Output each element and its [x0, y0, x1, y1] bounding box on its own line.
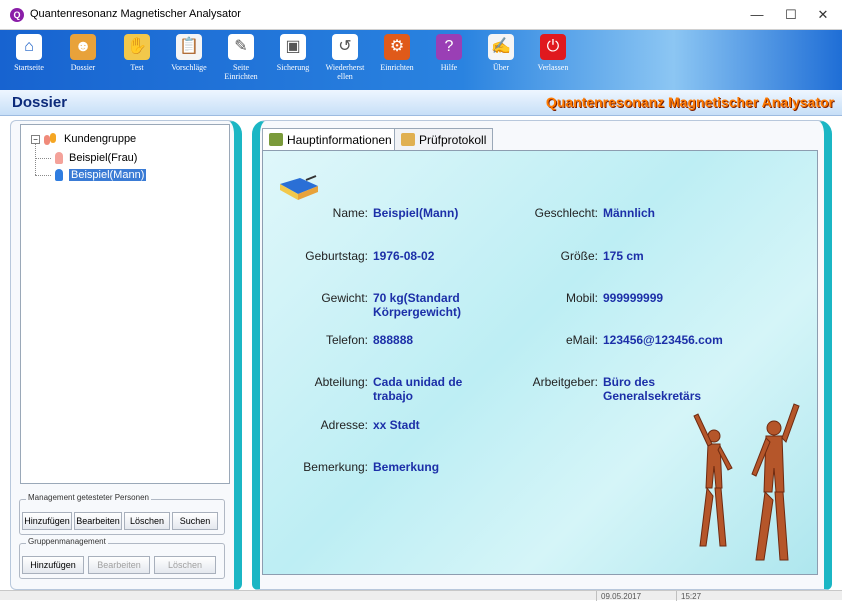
gewicht-label: Gewicht: — [321, 291, 368, 305]
adresse-value: xx Stadt — [373, 418, 420, 432]
toolbar-einrichten-button[interactable]: ⚙ Einrichten — [372, 32, 422, 88]
tree-item-label: Kundengruppe — [64, 133, 137, 145]
mobil-label: Mobil: — [565, 291, 598, 305]
mobil-value: 999999999 — [603, 291, 664, 305]
people-icon: ☻ — [70, 34, 96, 60]
tab-label: Prüfprotokoll — [419, 132, 487, 147]
toolbar-label: Startseite — [14, 63, 44, 72]
tree-item-beispiel-frau[interactable]: Beispiel(Frau) — [55, 150, 137, 166]
group-management-group: Gruppenmanagement Hinzufügen Bearbeiten … — [19, 537, 225, 579]
person-management-group: Management getesteter Personen Hinzufüge… — [19, 493, 225, 535]
toolbar-vorschlaege-button[interactable]: 📋 Vorschläge — [164, 32, 214, 88]
toolbar-sicherung-button[interactable]: ▣ Sicherung — [268, 32, 318, 88]
hand-icon: ✋ — [124, 34, 150, 60]
person-add-button[interactable]: Hinzufügen — [22, 512, 72, 530]
tree-connector — [35, 175, 51, 176]
help-book-icon: ? — [436, 34, 462, 60]
geburtstag-label: Geburtstag: — [305, 249, 368, 263]
collapse-toggle-icon[interactable]: − — [31, 134, 40, 144]
tree-item-kundengruppe[interactable]: − Kundengruppe — [31, 131, 136, 147]
person-edit-button[interactable]: Bearbeiten — [74, 512, 122, 530]
toolbar-verlassen-button[interactable]: ⏻ Verlassen — [528, 32, 578, 88]
adresse-label: Adresse: — [320, 418, 368, 432]
toolbar-label: Dossier — [70, 63, 96, 72]
toolbar-hilfe-button[interactable]: ? Hilfe — [424, 32, 474, 88]
telefon-value: 888888 — [373, 333, 414, 347]
geschlecht-value: Männlich — [603, 206, 656, 220]
backup-icon: ▣ — [280, 34, 306, 60]
group-icon — [44, 133, 58, 145]
person-management-title: Management getesteter Personen — [26, 493, 151, 502]
brand-title: Quantenresonanz Magnetischer Analysator — [545, 94, 834, 110]
close-button[interactable]: ✕ — [808, 5, 838, 25]
main-toolbar: ⌂ Startseite ☻ Dossier ✋ Test 📋 Vorschlä… — [0, 30, 842, 90]
toolbar-startseite-button[interactable]: ⌂ Startseite — [4, 32, 54, 88]
toolbar-label: Über — [493, 63, 509, 72]
app-logo-icon: Q — [10, 8, 24, 22]
customer-tree[interactable]: − Kundengruppe Beispiel(Frau) Beispiel(M… — [20, 124, 230, 484]
toolbar-label: Verlassen — [537, 63, 569, 72]
group-edit-button[interactable]: Bearbeiten — [88, 556, 150, 574]
tab-pruefprotokoll[interactable]: Prüfprotokoll — [394, 128, 494, 150]
bemerkung-label: Bemerkung: — [303, 460, 368, 474]
clipboard-icon: 📋 — [176, 34, 202, 60]
status-bar: 09.05.2017 15:27 — [0, 590, 842, 601]
tree-connector — [35, 158, 51, 159]
abteilung-value: Cada unidad de trabajo — [373, 375, 463, 403]
geburtstag-value: 1976-08-02 — [373, 249, 435, 263]
toolbar-label: Vorschläge — [171, 63, 207, 72]
settings-page-icon: ✎ — [228, 34, 254, 60]
book-icon — [280, 175, 318, 200]
gewicht-value: 70 kg(Standard Körpergewicht) — [373, 291, 462, 319]
toolbar-label: Hilfe — [440, 63, 458, 72]
about-icon: ✍ — [488, 34, 514, 60]
groesse-value: 175 cm — [603, 249, 644, 263]
tree-item-label: Beispiel(Frau) — [69, 152, 138, 164]
anatomy-figures-image — [693, 403, 800, 561]
email-label: eMail: — [565, 333, 598, 347]
person-delete-button[interactable]: Löschen — [124, 512, 170, 530]
arbeitgeber-label: Arbeitgeber: — [532, 375, 598, 389]
toolbar-dossier-button[interactable]: ☻ Dossier — [58, 32, 108, 88]
people-tab-icon — [269, 133, 283, 146]
toolbar-wiederherstellen-button[interactable]: ↺ Wiederherst ellen — [320, 32, 370, 88]
restore-icon: ↺ — [332, 34, 358, 60]
section-header: Dossier Quantenresonanz Magnetischer Ana… — [0, 90, 842, 116]
male-person-icon — [55, 169, 63, 181]
toolbar-label: Seite Einrichten — [224, 63, 258, 81]
gears-icon: ⚙ — [384, 34, 410, 60]
abteilung-label: Abteilung: — [314, 375, 368, 389]
email-value: 123456@123456.com — [603, 333, 723, 347]
telefon-label: Telefon: — [325, 333, 368, 347]
bemerkung-value: Bemerkung — [373, 460, 440, 474]
name-value: Beispiel(Mann) — [373, 206, 459, 220]
group-management-title: Gruppenmanagement — [26, 537, 108, 546]
geschlecht-label: Geschlecht: — [534, 206, 598, 220]
toolbar-test-button[interactable]: ✋ Test — [112, 32, 162, 88]
person-search-button[interactable]: Suchen — [172, 512, 218, 530]
tree-item-label: Beispiel(Mann) — [69, 169, 147, 181]
section-title: Dossier — [12, 94, 68, 111]
title-bar: Q Quantenresonanz Magnetischer Analysato… — [0, 0, 842, 30]
power-icon: ⏻ — [540, 34, 566, 60]
tree-item-beispiel-mann[interactable]: Beispiel(Mann) — [55, 167, 147, 183]
toolbar-label: Test — [130, 63, 144, 72]
toolbar-ueber-button[interactable]: ✍ Über — [476, 32, 526, 88]
female-person-icon — [55, 152, 63, 164]
minimize-button[interactable]: — — [742, 5, 772, 25]
toolbar-label: Wiederherst ellen — [325, 63, 365, 81]
toolbar-label: Einrichten — [380, 63, 414, 72]
name-label: Name: — [332, 206, 368, 220]
home-icon: ⌂ — [16, 34, 42, 60]
tab-hauptinformationen[interactable]: Hauptinformationen — [262, 128, 399, 150]
maximize-button[interactable]: ☐ — [776, 5, 806, 25]
group-add-button[interactable]: Hinzufügen — [22, 556, 84, 574]
window-title: Quantenresonanz Magnetischer Analysator — [30, 8, 241, 20]
groesse-label: Größe: — [560, 249, 598, 263]
toolbar-label: Sicherung — [276, 63, 310, 72]
toolbar-seite-einrichten-button[interactable]: ✎ Seite Einrichten — [216, 32, 266, 88]
group-delete-button[interactable]: Löschen — [154, 556, 216, 574]
tab-label: Hauptinformationen — [287, 132, 392, 147]
report-tab-icon — [401, 133, 415, 146]
